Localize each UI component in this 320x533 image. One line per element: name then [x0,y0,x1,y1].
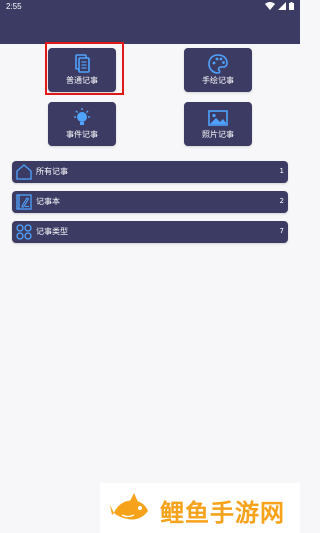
app-header: 2:55 [0,0,300,44]
photo-icon [208,110,228,126]
signal-icon [278,2,286,10]
palette-icon [208,54,228,74]
categories-icon [16,224,32,240]
row-count: 1 [279,167,284,175]
tile-event-note[interactable]: 事件记事 [48,102,116,146]
row-notebook[interactable]: 记事本 2 [12,191,288,213]
row-label: 记事本 [36,197,60,206]
home-icon [16,164,32,180]
row-note-types[interactable]: 记事类型 7 [12,221,288,243]
row-label: 记事类型 [36,227,68,236]
watermark: 鲤鱼手游网 [100,483,300,533]
status-icons [265,2,294,10]
notebook-icon [16,194,32,210]
tile-label: 事件记事 [66,130,98,139]
status-time: 2:55 [6,2,22,11]
tile-label: 照片记事 [202,130,234,139]
row-label: 所有记事 [36,167,68,176]
lightbulb-icon [74,108,90,125]
tile-label: 手绘记事 [202,76,234,85]
tile-hand-drawn-note[interactable]: 手绘记事 [184,48,252,92]
battery-icon [289,2,294,10]
row-count: 7 [279,227,284,235]
tile-photo-note[interactable]: 照片记事 [184,102,252,146]
fish-logo [110,493,148,520]
wifi-icon [265,2,275,10]
watermark-text: 鲤鱼手游网 [160,499,285,527]
row-all-notes[interactable]: 所有记事 1 [12,161,288,183]
highlight-box [45,42,124,95]
row-count: 2 [279,197,284,205]
